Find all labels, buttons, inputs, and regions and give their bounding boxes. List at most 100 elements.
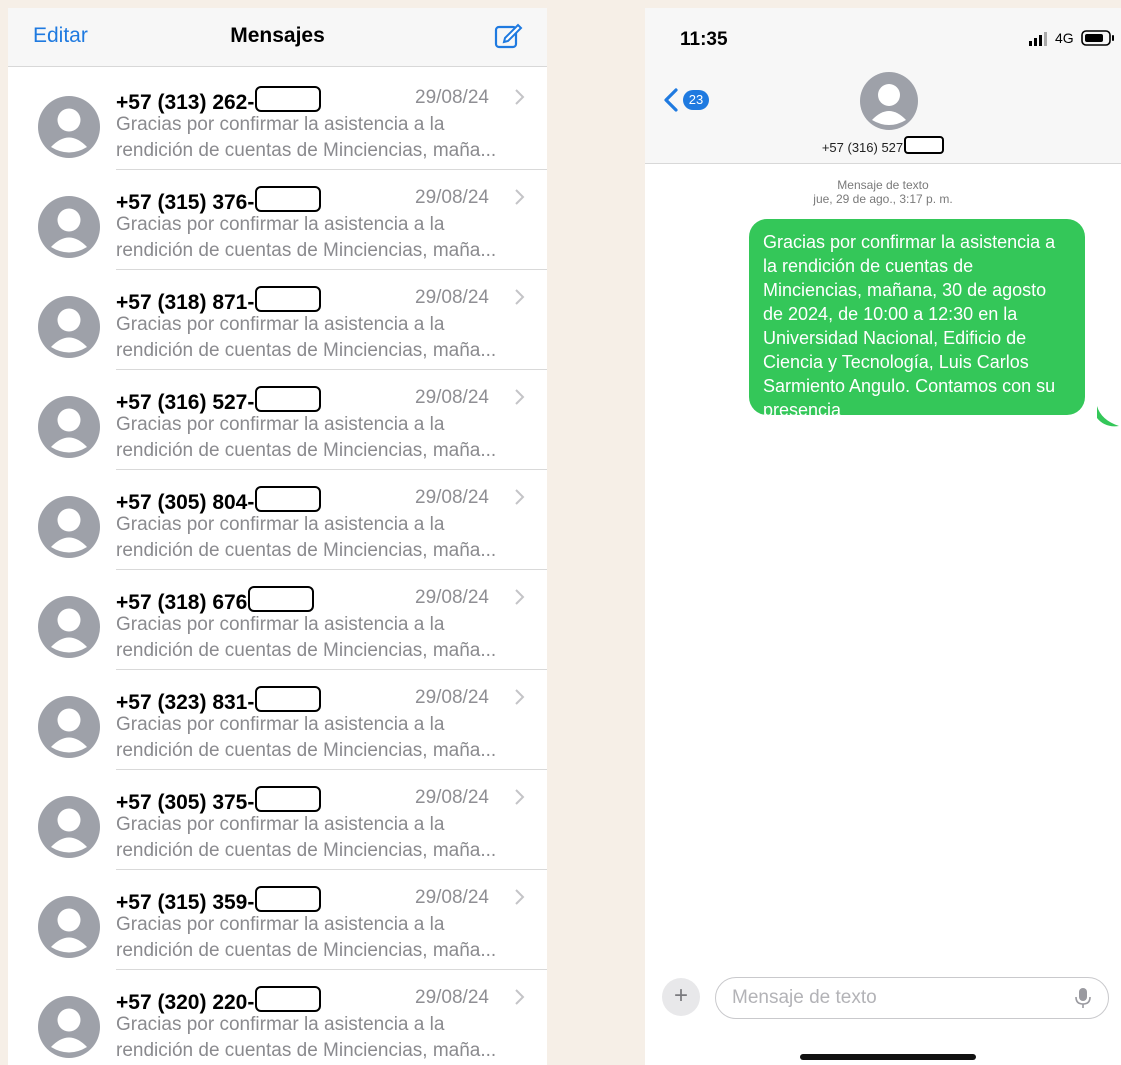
contact-avatar-icon[interactable] <box>860 72 918 130</box>
sender-text: +57 (305) 804- <box>116 491 255 514</box>
message-date: 29/08/24 <box>415 87 489 108</box>
back-button[interactable]: 23 <box>662 87 710 115</box>
preview-line: Gracias por confirmar la asistencia a la <box>116 514 445 535</box>
message-meta: Mensaje de texto jue, 29 de ago., 3:17 p… <box>645 178 1121 206</box>
message-timestamp: jue, 29 de ago., 3:17 p. m. <box>813 192 953 206</box>
sender-text: +57 (315) 359- <box>116 891 255 914</box>
redaction-box <box>255 486 322 512</box>
message-preview: Gracias por confirmar la asistencia a la… <box>116 1012 536 1064</box>
sender-text: +57 (318) 676 <box>116 591 248 614</box>
message-date: 29/08/24 <box>415 787 489 808</box>
contact-avatar-icon <box>38 396 100 458</box>
message-preview: Gracias por confirmar la asistencia a la… <box>116 212 536 264</box>
chevron-right-icon <box>515 689 525 705</box>
message-input[interactable]: Mensaje de texto <box>715 977 1109 1019</box>
contact-avatar-icon <box>38 896 100 958</box>
message-date: 29/08/24 <box>415 687 489 708</box>
signal-icon <box>1029 32 1047 46</box>
battery-icon <box>1081 30 1114 46</box>
preview-line: rendición de cuentas de Minciencias, mañ… <box>116 140 497 161</box>
conversation-row[interactable]: +57 (305) 375- 29/08/24 Gracias por confir… <box>8 770 547 870</box>
message-date: 29/08/24 <box>415 487 489 508</box>
redaction-box <box>904 136 945 154</box>
chevron-right-icon <box>515 789 525 805</box>
list-header: Editar Mensajes <box>8 8 547 67</box>
redaction-box <box>255 186 322 212</box>
redaction-box <box>248 586 315 612</box>
message-preview: Gracias por confirmar la asistencia a la… <box>116 712 536 764</box>
redaction-box <box>255 386 322 412</box>
preview-line: rendición de cuentas de Minciencias, mañ… <box>116 1040 497 1061</box>
preview-line: rendición de cuentas de Minciencias, mañ… <box>116 840 497 861</box>
chevron-right-icon <box>515 589 525 605</box>
chevron-right-icon <box>515 89 525 105</box>
bubble-tail-icon <box>1097 406 1119 427</box>
contact-avatar-icon <box>38 96 100 158</box>
message-date: 29/08/24 <box>415 187 489 208</box>
conversation-row[interactable]: +57 (323) 831- 29/08/24 Gracias por confir… <box>8 670 547 770</box>
redaction-box <box>255 286 322 312</box>
conversation-row[interactable]: +57 (305) 804- 29/08/24 Gracias por confir… <box>8 470 547 570</box>
sender-text: +57 (320) 220- <box>116 991 255 1014</box>
microphone-icon[interactable] <box>1075 987 1091 1009</box>
preview-line: Gracias por confirmar la asistencia a la <box>116 714 445 735</box>
conversation-row[interactable]: +57 (318) 676 29/08/24 Gracias por confirm… <box>8 570 547 670</box>
redaction-box <box>255 686 322 712</box>
preview-line: rendición de cuentas de Minciencias, mañ… <box>116 640 497 661</box>
conversation-row[interactable]: +57 (320) 220- 29/08/24 Gracias por confir… <box>8 970 547 1065</box>
conversation-row[interactable]: +57 (313) 262- 29/08/24 Gracias por confir… <box>8 70 547 170</box>
sender-text: +57 (318) 871- <box>116 291 255 314</box>
chevron-right-icon <box>515 189 525 205</box>
contact-avatar-icon <box>38 996 100 1058</box>
message-preview: Gracias por confirmar la asistencia a la… <box>116 512 536 564</box>
sender-number: +57 (316) 527- <box>116 386 322 415</box>
contact-number: +57 (316) 527 <box>821 140 904 155</box>
preview-line: Gracias por confirmar la asistencia a la <box>116 314 445 335</box>
conversation-row[interactable]: +57 (316) 527- 29/08/24 Gracias por confir… <box>8 370 547 470</box>
message-preview: Gracias por confirmar la asistencia a la… <box>116 412 536 464</box>
sender-text: +57 (313) 262- <box>116 91 255 114</box>
back-chevron-icon <box>664 88 678 112</box>
preview-line: rendición de cuentas de Minciencias, mañ… <box>116 340 497 361</box>
message-bubble[interactable]: Gracias por confirmar la asistencia a la… <box>749 219 1085 420</box>
message-preview: Gracias por confirmar la asistencia a la… <box>116 912 536 964</box>
conversation-row[interactable]: +57 (315) 376- 29/08/24 Gracias por confir… <box>8 170 547 270</box>
sender-text: +57 (315) 376- <box>116 191 255 214</box>
composer: + Mensaje de texto <box>645 968 1121 1028</box>
sender-number: +57 (318) 676 <box>116 586 315 615</box>
sender-number: +57 (315) 359- <box>116 886 322 915</box>
conversation-row[interactable]: +57 (315) 359- 29/08/24 Gracias por confir… <box>8 870 547 970</box>
list-title: Mensajes <box>230 24 325 47</box>
contact-avatar-icon <box>38 196 100 258</box>
chevron-right-icon <box>515 489 525 505</box>
preview-line: Gracias por confirmar la asistencia a la <box>116 114 445 135</box>
redaction-box <box>255 886 322 912</box>
preview-line: rendición de cuentas de Minciencias, mañ… <box>116 540 497 561</box>
sender-number: +57 (315) 376- <box>116 186 322 215</box>
sender-number: +57 (305) 804- <box>116 486 322 515</box>
preview-line: Gracias por confirmar la asistencia a la <box>116 414 445 435</box>
sender-text: +57 (323) 831- <box>116 691 255 714</box>
sender-text: +57 (305) 375- <box>116 791 255 814</box>
plus-button[interactable]: + <box>662 978 700 1016</box>
conversation-header: 11:35 4G 23 +57 (316) 527 <box>645 8 1121 164</box>
message-type-label: Mensaje de texto <box>837 178 929 192</box>
message-preview: Gracias por confirmar la asistencia a la… <box>116 612 536 664</box>
sender-number: +57 (318) 871- <box>116 286 322 315</box>
contact-avatar-icon <box>38 496 100 558</box>
conversation-row[interactable]: +57 (318) 871- 29/08/24 Gracias por confir… <box>8 270 547 370</box>
message-date: 29/08/24 <box>415 587 489 608</box>
message-preview: Gracias por confirmar la asistencia a la… <box>116 112 536 164</box>
contact-avatar-icon <box>38 696 100 758</box>
home-indicator <box>800 1054 976 1060</box>
status-time: 11:35 <box>680 29 728 50</box>
contact-name[interactable]: +57 (316) 527 <box>645 136 1121 155</box>
compose-icon[interactable] <box>493 21 523 51</box>
sender-number: +57 (323) 831- <box>116 686 322 715</box>
conversation-screen: 11:35 4G 23 +57 (316) 527 Mensaje de tex… <box>645 8 1121 1065</box>
chevron-right-icon <box>515 889 525 905</box>
message-date: 29/08/24 <box>415 287 489 308</box>
redaction-box <box>255 786 322 812</box>
chevron-right-icon <box>515 389 525 405</box>
status-bar-icons: 4G <box>1025 28 1121 50</box>
